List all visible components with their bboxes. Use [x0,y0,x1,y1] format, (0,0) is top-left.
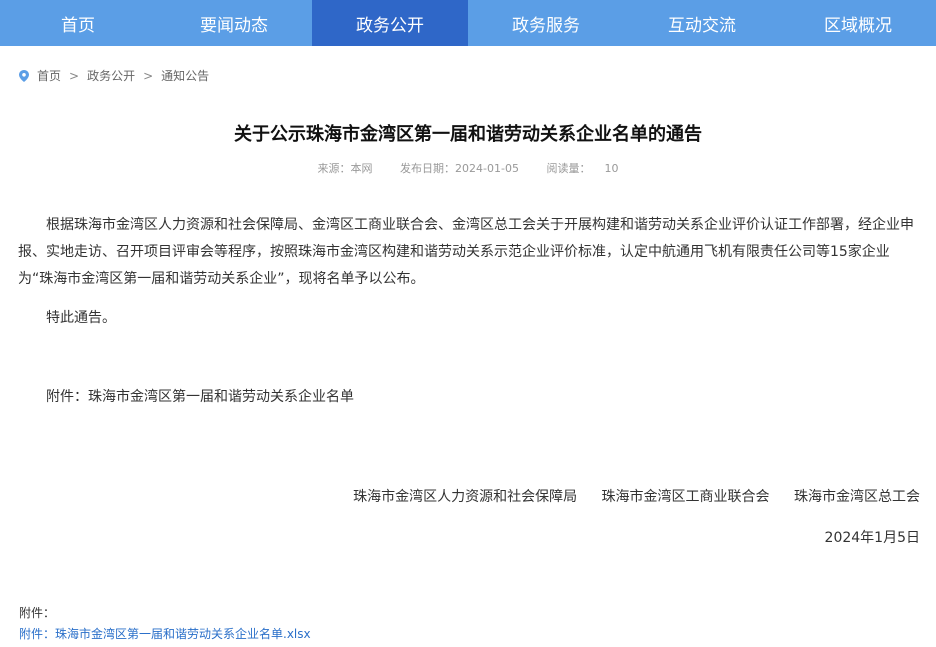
article-date: 发布日期：2024-01-05 [400,162,519,175]
breadcrumb: 首页 > 政务公开 > 通知公告 [19,67,209,84]
article-paragraph: 特此通告。 [46,310,116,326]
nav-item-news[interactable]: 要闻动态 [156,0,312,46]
nav-item-gov-services[interactable]: 政务服务 [468,0,624,46]
signatory-hr-bureau: 珠海市金湾区人力资源和社会保障局 [353,489,578,505]
sign-date: 2024年1月5日 [824,530,920,546]
signatory-commerce-federation: 珠海市金湾区工商业联合会 [601,489,770,505]
attachment-download-link[interactable]: 附件：珠海市金湾区第一届和谐劳动关系企业名单.xlsx [19,625,311,642]
article-attachment-note: 附件：珠海市金湾区第一届和谐劳动关系企业名单 [46,389,354,405]
nav-item-interaction[interactable]: 互动交流 [624,0,780,46]
breadcrumb-notices[interactable]: 通知公告 [161,67,209,84]
breadcrumb-separator: > [69,68,80,83]
signatory-trade-union: 珠海市金湾区总工会 [794,489,920,505]
views-label: 阅读量： [546,162,591,175]
breadcrumb-separator: > [143,68,154,83]
top-nav: 首页 要闻动态 政务公开 政务服务 互动交流 区域概况 [0,0,936,46]
signatories: 珠海市金湾区人力资源和社会保障局 珠海市金湾区工商业联合会 珠海市金湾区总工会 [333,486,920,506]
nav-item-region-overview[interactable]: 区域概况 [780,0,936,46]
breadcrumb-home[interactable]: 首页 [37,67,61,84]
location-pin-icon [19,69,29,82]
nav-item-home[interactable]: 首页 [0,0,156,46]
page-title: 关于公示珠海市金湾区第一届和谐劳动关系企业名单的通告 [234,124,702,145]
views-count: 10 [604,162,619,175]
article-source: 来源：本网 [317,162,373,175]
article-views: 阅读量： 10 [546,162,618,175]
article-meta: 来源：本网 发布日期：2024-01-05 阅读量： 10 [0,160,936,176]
article-body: 根据珠海市金湾区人力资源和社会保障局、金湾区工商业联合会、金湾区总工会关于开展构… [18,212,920,411]
attachments-label: 附件： [19,606,56,620]
breadcrumb-gov-affairs[interactable]: 政务公开 [87,67,135,84]
article-paragraph: 根据珠海市金湾区人力资源和社会保障局、金湾区工商业联合会、金湾区总工会关于开展构… [18,217,914,287]
nav-item-gov-affairs-public[interactable]: 政务公开 [312,0,468,46]
